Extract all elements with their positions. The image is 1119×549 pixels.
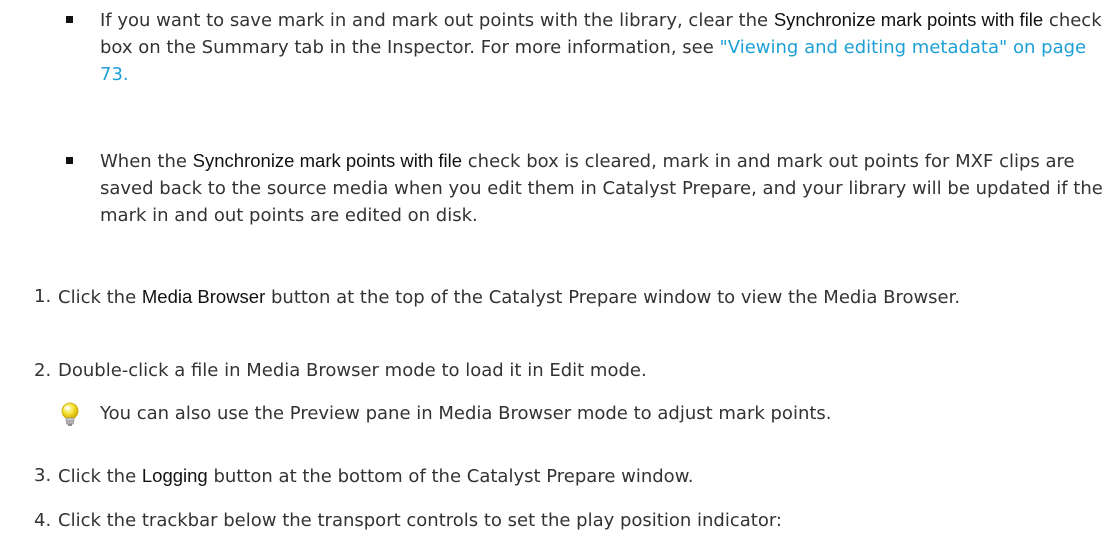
step-text-part: Click the [58, 466, 142, 487]
step-text: Click the Logging button at the bottom o… [58, 462, 1104, 490]
ui-label-media-browser: Media Browser [141, 286, 266, 307]
bullet-text: If you want to save mark in and mark out… [100, 6, 1106, 88]
step-text-part: Double-click a file in Media Browser mod… [58, 360, 647, 381]
step-text-part: Click the trackbar below the transport c… [58, 510, 782, 531]
step-text: Click the Media Browser button at the to… [58, 283, 1104, 311]
step-1: 1. Click the Media Browser button at the… [34, 283, 1104, 311]
ui-label-sync-mark-points: Synchronize mark points with file [773, 9, 1044, 30]
ui-label-logging: Logging [141, 465, 208, 486]
step-text: Double-click a file in Media Browser mod… [58, 357, 1104, 384]
tip-note: You can also use the Preview pane in Med… [58, 400, 1098, 427]
bullet-text-part: If you want to save mark in and mark out… [100, 10, 774, 31]
bullet-text: When the Synchronize mark points with fi… [100, 147, 1106, 229]
step-4: 4. Click the trackbar below the transpor… [34, 507, 1104, 534]
step-text-part: button at the top of the Catalyst Prepar… [265, 287, 961, 308]
step-2: 2. Double-click a file in Media Browser … [34, 357, 1104, 384]
step-text-part: button at the bottom of the Catalyst Pre… [207, 466, 694, 487]
bullet-text-part: When the [100, 151, 193, 172]
tip-text: You can also use the Preview pane in Med… [100, 403, 832, 424]
ui-label-sync-mark-points: Synchronize mark points with file [192, 150, 463, 171]
step-text: Click the trackbar below the transport c… [58, 507, 1104, 534]
bullet-marker [66, 157, 73, 164]
bullet-marker [66, 16, 73, 23]
step-text-part: Click the [58, 287, 142, 308]
help-document: If you want to save mark in and mark out… [0, 0, 1119, 549]
step-3: 3. Click the Logging button at the botto… [34, 462, 1104, 490]
step-number: 3. [34, 465, 52, 486]
step-number: 4. [34, 510, 52, 531]
lightbulb-icon [61, 402, 79, 426]
bullet-item-sync-cleared: When the Synchronize mark points with fi… [66, 147, 1106, 229]
bullet-item-sync-mark-points: If you want to save mark in and mark out… [66, 6, 1106, 88]
step-number: 2. [34, 360, 52, 381]
step-number: 1. [34, 286, 52, 307]
